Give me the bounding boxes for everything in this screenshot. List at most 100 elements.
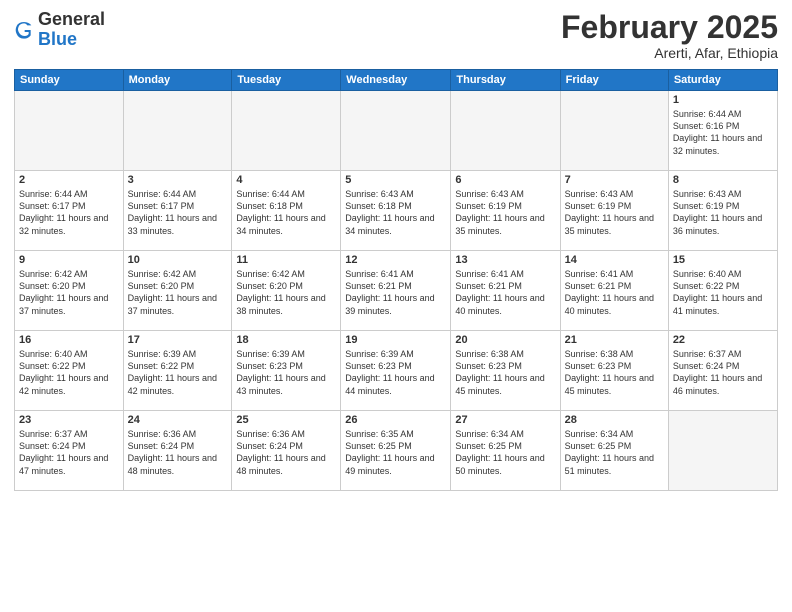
table-row: 16 Sunrise: 6:40 AM Sunset: 6:22 PM Dayli… bbox=[15, 331, 124, 411]
day-number: 25 bbox=[236, 414, 336, 426]
month-title: February 2025 bbox=[561, 10, 778, 45]
day-info: Sunrise: 6:38 AM Sunset: 6:23 PM Dayligh… bbox=[565, 348, 664, 397]
day-number: 3 bbox=[128, 174, 228, 186]
day-number: 13 bbox=[455, 254, 555, 266]
logo: General Blue bbox=[14, 10, 105, 50]
col-friday: Friday bbox=[560, 70, 668, 91]
day-info: Sunrise: 6:36 AM Sunset: 6:24 PM Dayligh… bbox=[128, 428, 228, 477]
day-number: 17 bbox=[128, 334, 228, 346]
table-row bbox=[451, 91, 560, 171]
table-row: 14 Sunrise: 6:41 AM Sunset: 6:21 PM Dayli… bbox=[560, 251, 668, 331]
day-number: 10 bbox=[128, 254, 228, 266]
day-number: 8 bbox=[673, 174, 773, 186]
day-number: 20 bbox=[455, 334, 555, 346]
table-row: 4Sunrise: 6:44 AM Sunset: 6:18 PM Daylig… bbox=[232, 171, 341, 251]
day-info: Sunrise: 6:42 AM Sunset: 6:20 PM Dayligh… bbox=[236, 268, 336, 317]
table-row bbox=[341, 91, 451, 171]
day-info: Sunrise: 6:41 AM Sunset: 6:21 PM Dayligh… bbox=[345, 268, 446, 317]
table-row: 25 Sunrise: 6:36 AM Sunset: 6:24 PM Dayli… bbox=[232, 411, 341, 491]
table-row: 5 Sunrise: 6:43 AM Sunset: 6:18 PM Daylig… bbox=[341, 171, 451, 251]
day-info: Sunrise: 6:40 AM Sunset: 6:22 PM Dayligh… bbox=[673, 268, 773, 317]
day-number: 18 bbox=[236, 334, 336, 346]
day-number: 9 bbox=[19, 254, 119, 266]
col-sunday: Sunday bbox=[15, 70, 124, 91]
table-row: 3Sunrise: 6:44 AM Sunset: 6:17 PM Daylig… bbox=[123, 171, 232, 251]
calendar-header-row: Sunday Monday Tuesday Wednesday Thursday… bbox=[15, 70, 778, 91]
logo-blue-text: Blue bbox=[38, 29, 77, 49]
table-row: 18 Sunrise: 6:39 AM Sunset: 6:23 PM Dayli… bbox=[232, 331, 341, 411]
day-info: Sunrise: 6:43 AM Sunset: 6:19 PM Dayligh… bbox=[455, 188, 555, 237]
day-info: Sunrise: 6:34 AM Sunset: 6:25 PM Dayligh… bbox=[455, 428, 555, 477]
day-number: 11 bbox=[236, 254, 336, 266]
calendar-week-1: 1 Sunrise: 6:44 AM Sunset: 6:16 PM Daylig… bbox=[15, 91, 778, 171]
day-info: Sunrise: 6:43 AM Sunset: 6:19 PM Dayligh… bbox=[565, 188, 664, 237]
day-number: 12 bbox=[345, 254, 446, 266]
day-number: 4 bbox=[236, 174, 336, 186]
title-block: February 2025 Arerti, Afar, Ethiopia bbox=[561, 10, 778, 61]
day-info: Sunrise: 6:40 AM Sunset: 6:22 PM Dayligh… bbox=[19, 348, 119, 397]
day-number: 23 bbox=[19, 414, 119, 426]
day-info: Sunrise: 6:42 AM Sunset: 6:20 PM Dayligh… bbox=[128, 268, 228, 317]
day-number: 19 bbox=[345, 334, 446, 346]
table-row: 8 Sunrise: 6:43 AM Sunset: 6:19 PM Daylig… bbox=[668, 171, 777, 251]
day-info: Sunrise: 6:41 AM Sunset: 6:21 PM Dayligh… bbox=[565, 268, 664, 317]
table-row: 21Sunrise: 6:38 AM Sunset: 6:23 PM Dayli… bbox=[560, 331, 668, 411]
day-number: 24 bbox=[128, 414, 228, 426]
day-number: 6 bbox=[455, 174, 555, 186]
day-info: Sunrise: 6:39 AM Sunset: 6:22 PM Dayligh… bbox=[128, 348, 228, 397]
table-row bbox=[123, 91, 232, 171]
day-number: 1 bbox=[673, 94, 773, 106]
day-info: Sunrise: 6:37 AM Sunset: 6:24 PM Dayligh… bbox=[19, 428, 119, 477]
table-row: 12 Sunrise: 6:41 AM Sunset: 6:21 PM Dayli… bbox=[341, 251, 451, 331]
day-info: Sunrise: 6:39 AM Sunset: 6:23 PM Dayligh… bbox=[236, 348, 336, 397]
table-row bbox=[232, 91, 341, 171]
day-number: 7 bbox=[565, 174, 664, 186]
calendar-week-3: 9 Sunrise: 6:42 AM Sunset: 6:20 PM Daylig… bbox=[15, 251, 778, 331]
calendar-week-2: 2 Sunrise: 6:44 AM Sunset: 6:17 PM Daylig… bbox=[15, 171, 778, 251]
col-tuesday: Tuesday bbox=[232, 70, 341, 91]
table-row: 2 Sunrise: 6:44 AM Sunset: 6:17 PM Daylig… bbox=[15, 171, 124, 251]
location: Arerti, Afar, Ethiopia bbox=[561, 45, 778, 61]
table-row: 15 Sunrise: 6:40 AM Sunset: 6:22 PM Dayli… bbox=[668, 251, 777, 331]
table-row bbox=[668, 411, 777, 491]
day-number: 28 bbox=[565, 414, 664, 426]
table-row bbox=[15, 91, 124, 171]
day-info: Sunrise: 6:44 AM Sunset: 6:16 PM Dayligh… bbox=[673, 108, 773, 157]
day-info: Sunrise: 6:43 AM Sunset: 6:19 PM Dayligh… bbox=[673, 188, 773, 237]
table-row: 11 Sunrise: 6:42 AM Sunset: 6:20 PM Dayli… bbox=[232, 251, 341, 331]
table-row: 27 Sunrise: 6:34 AM Sunset: 6:25 PM Dayli… bbox=[451, 411, 560, 491]
day-number: 26 bbox=[345, 414, 446, 426]
day-info: Sunrise: 6:35 AM Sunset: 6:25 PM Dayligh… bbox=[345, 428, 446, 477]
table-row: 13Sunrise: 6:41 AM Sunset: 6:21 PM Dayli… bbox=[451, 251, 560, 331]
col-wednesday: Wednesday bbox=[341, 70, 451, 91]
table-row: 20 Sunrise: 6:38 AM Sunset: 6:23 PM Dayli… bbox=[451, 331, 560, 411]
table-row: 28Sunrise: 6:34 AM Sunset: 6:25 PM Dayli… bbox=[560, 411, 668, 491]
day-number: 27 bbox=[455, 414, 555, 426]
day-number: 14 bbox=[565, 254, 664, 266]
table-row: 26 Sunrise: 6:35 AM Sunset: 6:25 PM Dayli… bbox=[341, 411, 451, 491]
table-row: 1 Sunrise: 6:44 AM Sunset: 6:16 PM Daylig… bbox=[668, 91, 777, 171]
table-row: 7 Sunrise: 6:43 AM Sunset: 6:19 PM Daylig… bbox=[560, 171, 668, 251]
calendar-week-4: 16 Sunrise: 6:40 AM Sunset: 6:22 PM Dayli… bbox=[15, 331, 778, 411]
table-row: 9 Sunrise: 6:42 AM Sunset: 6:20 PM Daylig… bbox=[15, 251, 124, 331]
day-info: Sunrise: 6:44 AM Sunset: 6:17 PM Dayligh… bbox=[19, 188, 119, 237]
table-row bbox=[560, 91, 668, 171]
day-info: Sunrise: 6:43 AM Sunset: 6:18 PM Dayligh… bbox=[345, 188, 446, 237]
day-number: 5 bbox=[345, 174, 446, 186]
calendar-week-5: 23 Sunrise: 6:37 AM Sunset: 6:24 PM Dayli… bbox=[15, 411, 778, 491]
table-row: 17 Sunrise: 6:39 AM Sunset: 6:22 PM Dayli… bbox=[123, 331, 232, 411]
table-row: 24 Sunrise: 6:36 AM Sunset: 6:24 PM Dayli… bbox=[123, 411, 232, 491]
logo-icon bbox=[14, 20, 34, 40]
day-info: Sunrise: 6:37 AM Sunset: 6:24 PM Dayligh… bbox=[673, 348, 773, 397]
day-number: 2 bbox=[19, 174, 119, 186]
table-row: 23 Sunrise: 6:37 AM Sunset: 6:24 PM Dayli… bbox=[15, 411, 124, 491]
col-saturday: Saturday bbox=[668, 70, 777, 91]
day-number: 16 bbox=[19, 334, 119, 346]
day-info: Sunrise: 6:36 AM Sunset: 6:24 PM Dayligh… bbox=[236, 428, 336, 477]
col-thursday: Thursday bbox=[451, 70, 560, 91]
day-info: Sunrise: 6:42 AM Sunset: 6:20 PM Dayligh… bbox=[19, 268, 119, 317]
day-info: Sunrise: 6:39 AM Sunset: 6:23 PM Dayligh… bbox=[345, 348, 446, 397]
day-number: 15 bbox=[673, 254, 773, 266]
day-info: Sunrise: 6:38 AM Sunset: 6:23 PM Dayligh… bbox=[455, 348, 555, 397]
day-number: 22 bbox=[673, 334, 773, 346]
